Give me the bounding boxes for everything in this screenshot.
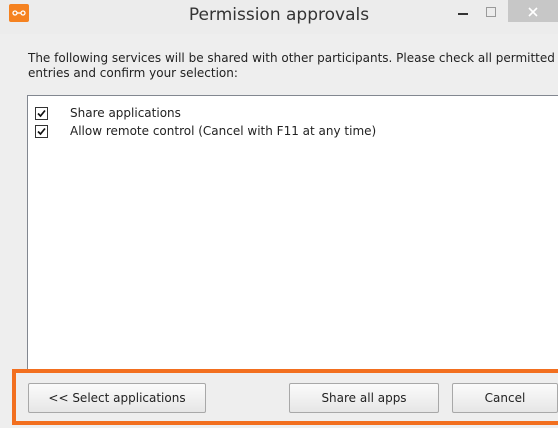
intro-text: The following services will be shared wi… <box>28 51 555 80</box>
close-icon <box>528 2 538 21</box>
title-bar: Permission approvals <box>0 0 558 34</box>
permission-item-remote-control[interactable]: Allow remote control (Cancel with F11 at… <box>35 123 376 139</box>
share-applications-checkbox[interactable] <box>35 106 48 120</box>
close-button[interactable] <box>508 0 558 22</box>
select-applications-button[interactable]: << Select applications <box>28 383 206 413</box>
permission-label: Allow remote control (Cancel with F11 at… <box>70 124 377 138</box>
minimize-button[interactable] <box>449 0 477 22</box>
minimize-icon <box>458 2 468 21</box>
permission-item-share-applications[interactable]: Share applications <box>35 105 181 121</box>
permissions-list: Share applications Allow remote control … <box>27 95 558 371</box>
remote-control-checkbox[interactable] <box>35 124 48 138</box>
share-all-apps-button[interactable]: Share all apps <box>289 383 439 413</box>
maximize-button[interactable] <box>477 0 505 22</box>
maximize-icon <box>486 2 496 21</box>
permission-label: Share applications <box>70 106 181 120</box>
cancel-button[interactable]: Cancel <box>452 383 558 413</box>
